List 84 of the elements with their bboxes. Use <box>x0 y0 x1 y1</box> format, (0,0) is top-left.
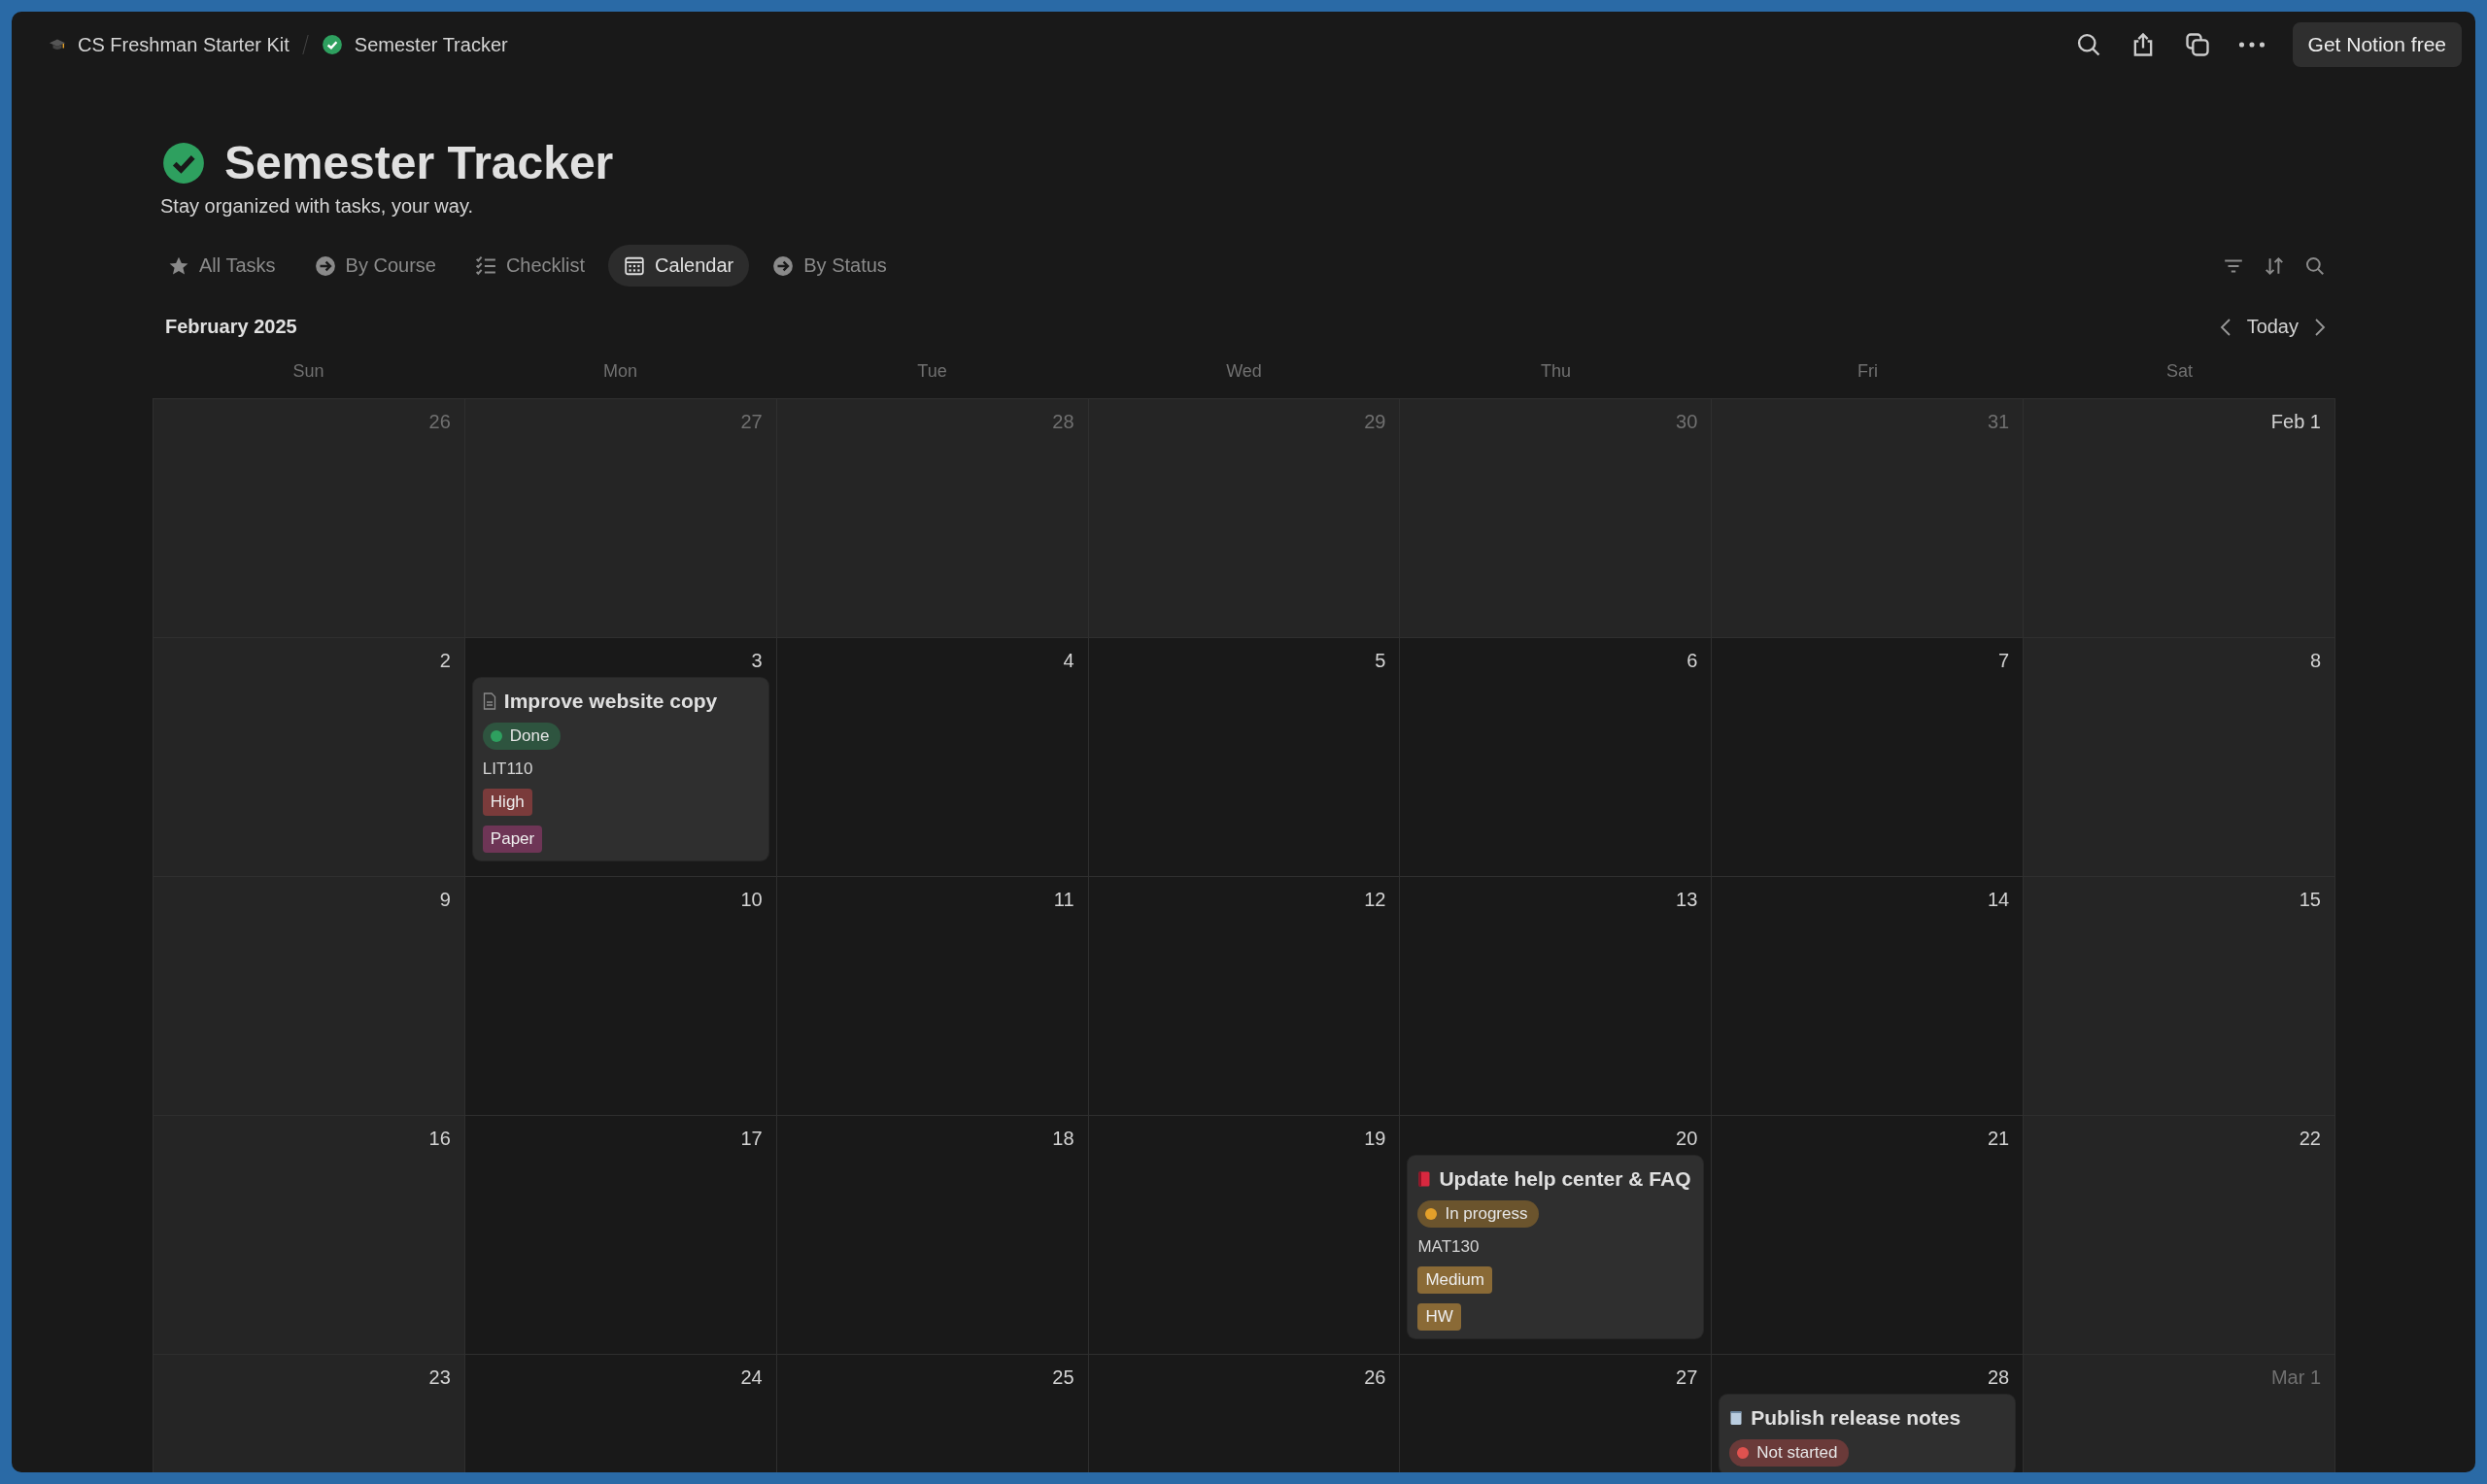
day-number: 22 <box>2299 1128 2321 1150</box>
task-title: Publish release notes <box>1751 1406 1961 1430</box>
calendar-icon <box>624 254 646 277</box>
day-number: 8 <box>2309 650 2321 672</box>
arrow-circle-icon <box>772 254 795 277</box>
weekday-label: Sat <box>2166 361 2193 381</box>
weekday-label: Mon <box>603 361 637 381</box>
type-tag: Paper <box>482 826 543 853</box>
notepad-icon <box>1729 1409 1744 1427</box>
day-number: 14 <box>1987 889 2010 911</box>
breadcrumb-link[interactable]: CS Freshman Starter Kit <box>78 33 290 56</box>
day-number: 18 <box>1052 1128 1074 1150</box>
view-tab[interactable]: By Course <box>298 245 452 287</box>
breadcrumb-link[interactable]: Semester Tracker <box>354 33 508 56</box>
status-tag: In progress <box>1417 1200 1540 1228</box>
course-code: MAT130 <box>1417 1237 1481 1257</box>
day-number: 30 <box>1676 411 1698 433</box>
task-card[interactable]: Update help center & FAQ In progress MAT130 Medium HW <box>1408 1156 1704 1338</box>
day-number: 23 <box>428 1366 451 1389</box>
day-number: 5 <box>1375 650 1386 672</box>
day-number: 29 <box>1364 411 1386 433</box>
view-tab[interactable]: All Tasks <box>153 245 291 287</box>
day-number: 12 <box>1364 889 1386 911</box>
course-code: LIT110 <box>482 759 534 779</box>
weekday-label: Thu <box>1541 361 1571 381</box>
arrow-circle-icon <box>314 254 336 277</box>
book-icon <box>1417 1170 1432 1188</box>
priority-tag: Medium <box>1417 1266 1492 1294</box>
check-circle-icon <box>321 34 343 55</box>
duplicate-icon[interactable] <box>2183 31 2211 58</box>
day-number: 27 <box>740 411 763 433</box>
document-icon <box>482 692 496 710</box>
day-number: 15 <box>2299 889 2321 911</box>
more-icon[interactable] <box>2237 40 2266 50</box>
day-number: 26 <box>428 411 451 433</box>
day-number: 16 <box>428 1128 451 1150</box>
day-number: 3 <box>751 650 763 672</box>
page-description: Stay organized with tasks, your way. <box>160 195 474 218</box>
day-number: Feb 1 <box>2270 411 2321 433</box>
task-title: Update help center & FAQ <box>1439 1167 1691 1191</box>
day-number: 2 <box>439 650 451 672</box>
type-tag: HW <box>1417 1303 1461 1331</box>
day-number: 13 <box>1676 889 1698 911</box>
day-number: 26 <box>1364 1366 1386 1389</box>
month-label: February 2025 <box>165 316 297 338</box>
day-number: 27 <box>1676 1366 1698 1389</box>
view-tab[interactable]: Checklist <box>459 245 601 287</box>
task-card[interactable]: Publish release notes Not started <box>1720 1395 2016 1472</box>
day-number: 28 <box>1987 1366 2010 1389</box>
status-tag: Done <box>482 723 562 750</box>
search-icon[interactable] <box>2304 254 2326 277</box>
day-number: 7 <box>1998 650 2010 672</box>
today-button[interactable]: Today <box>2246 316 2299 338</box>
chevron-left-icon[interactable] <box>2219 317 2231 337</box>
task-title: Improve website copy <box>503 690 718 713</box>
chevron-right-icon[interactable] <box>2314 317 2326 337</box>
priority-tag: High <box>482 789 532 816</box>
day-number: 6 <box>1686 650 1698 672</box>
day-number: 4 <box>1063 650 1074 672</box>
day-number: 28 <box>1052 411 1074 433</box>
weekday-label: Wed <box>1226 361 1262 381</box>
day-number: 20 <box>1676 1128 1698 1150</box>
checklist-icon <box>474 254 496 277</box>
day-number: 9 <box>439 889 451 911</box>
day-number: 24 <box>740 1366 763 1389</box>
day-number: Mar 1 <box>2270 1366 2321 1389</box>
weekday-label: Sun <box>292 361 324 381</box>
day-number: 19 <box>1364 1128 1386 1150</box>
day-number: 31 <box>1987 411 2010 433</box>
day-number: 10 <box>740 889 763 911</box>
view-tab[interactable]: By Status <box>757 245 903 287</box>
day-number: 21 <box>1987 1128 2010 1150</box>
status-tag: Not started <box>1729 1439 1850 1467</box>
check-circle-icon <box>162 141 205 185</box>
weekday-label: Tue <box>917 361 947 381</box>
view-tab[interactable]: Calendar <box>608 245 750 287</box>
get-notion-button[interactable]: Get Notion free <box>2292 22 2462 67</box>
day-number: 17 <box>740 1128 763 1150</box>
day-number: 11 <box>1053 889 1074 911</box>
day-number: 25 <box>1052 1366 1074 1389</box>
task-card[interactable]: Improve website copy Done LIT110 High Paper <box>472 678 768 860</box>
page-title: Semester Tracker <box>224 136 614 189</box>
sort-icon[interactable] <box>2264 254 2285 277</box>
weekday-label: Fri <box>1857 361 1878 381</box>
